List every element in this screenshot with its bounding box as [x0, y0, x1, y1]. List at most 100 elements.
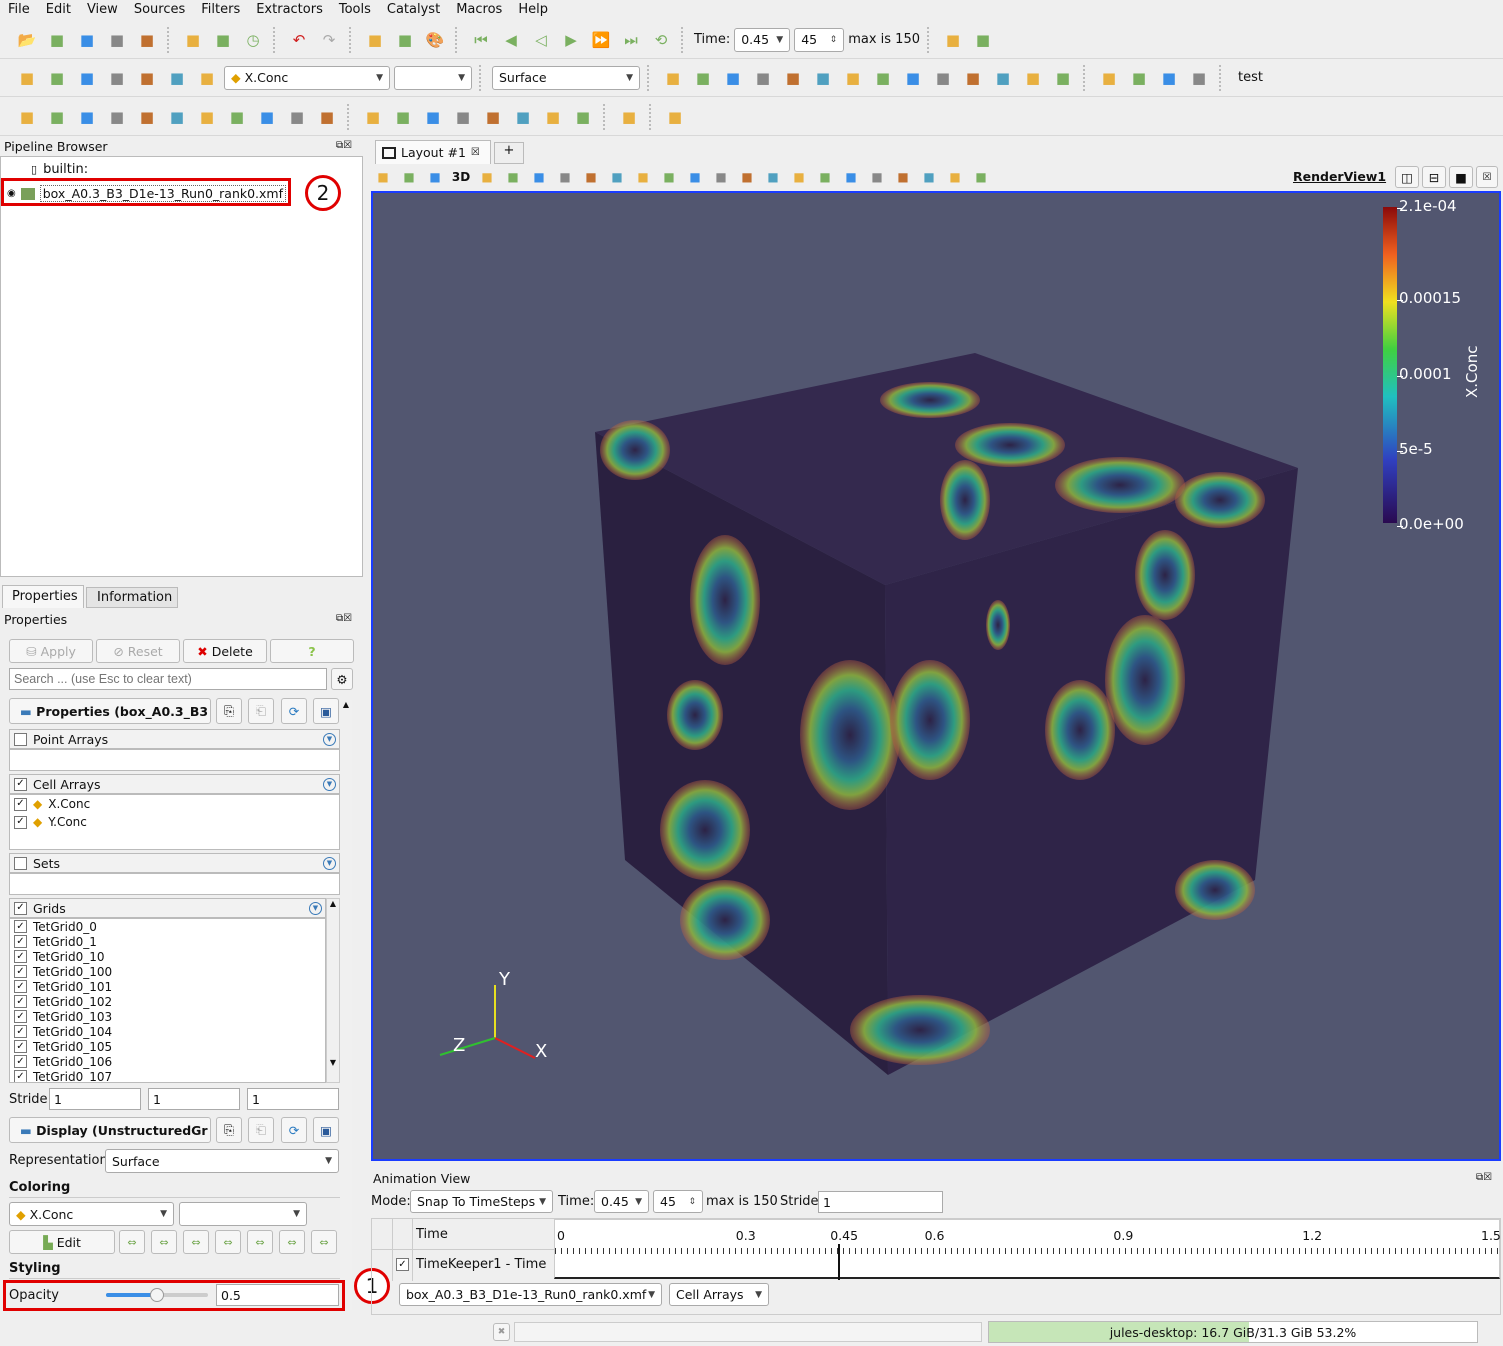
select-cells-through-icon[interactable]: ■	[554, 166, 576, 188]
warp-vector-icon[interactable]: ■	[254, 104, 280, 130]
panel-float-close-icons[interactable]: ⧉☒	[336, 140, 352, 151]
view-minus-y-icon[interactable]: ■	[900, 65, 926, 91]
paste-icon[interactable]: ⎗	[248, 1117, 274, 1143]
grid-item[interactable]: ✓ TetGrid0_105	[10, 1039, 325, 1054]
light-icon[interactable]: ■	[662, 104, 688, 130]
cell-arrays-checkbox[interactable]: ✓	[14, 777, 27, 791]
clip-icon[interactable]: ■	[74, 104, 100, 130]
extract-cell-icon[interactable]: ■	[540, 104, 566, 130]
select-polygon-cells-icon[interactable]: ■	[606, 166, 628, 188]
stride-x-input[interactable]: 1	[49, 1088, 141, 1110]
histogram-icon[interactable]: ■	[420, 104, 446, 130]
timer-icon[interactable]: ◷	[240, 27, 266, 53]
menu-file[interactable]: File	[0, 0, 38, 20]
checkbox[interactable]: ✓	[14, 1070, 27, 1082]
zoom-data-icon[interactable]: ■	[940, 27, 966, 53]
reset-center-icon[interactable]: ■	[1186, 65, 1212, 91]
checkbox[interactable]: ✓	[14, 1055, 27, 1068]
grid-item[interactable]: ✓ TetGrid0_100	[10, 964, 325, 979]
python-calculator-icon[interactable]: ■	[570, 104, 596, 130]
grids-checkbox[interactable]: ✓	[14, 901, 27, 915]
stream-tracer-icon[interactable]: ■	[224, 104, 250, 130]
center-axes-icon[interactable]: ■	[1126, 65, 1152, 91]
plot-selection-over-time-icon[interactable]: ■	[510, 104, 536, 130]
calculator-icon[interactable]: ■	[14, 104, 40, 130]
track-checkbox[interactable]: ✓	[396, 1258, 409, 1271]
extract-selection-icon[interactable]: ■	[840, 166, 862, 188]
tab-information[interactable]: Information	[86, 587, 178, 608]
help-button[interactable]: ?	[270, 639, 354, 663]
threshold-icon[interactable]: ■	[134, 104, 160, 130]
reset-camera-icon[interactable]: ■	[660, 65, 686, 91]
split-vertical-icon[interactable]: ⊟	[1422, 166, 1446, 188]
rotate-minus-90-icon[interactable]: ■	[1050, 65, 1076, 91]
render-view[interactable]: Y Z X 2.1e-04 0.00015 0.0001 5e-5 0.0e+00 X.…	[371, 191, 1501, 1161]
rescale-custom-c-icon[interactable]: ■	[134, 65, 160, 91]
point-arrays-checkbox[interactable]	[14, 732, 27, 746]
checkbox[interactable]: ✓	[14, 1010, 27, 1023]
select-block-icon[interactable]: ■	[762, 166, 784, 188]
checkbox[interactable]: ✓	[14, 980, 27, 993]
first-frame-icon[interactable]: ⏮	[468, 27, 494, 53]
rescale-temporal-icon[interactable]: ■	[164, 65, 190, 91]
toggle-colorbar-icon[interactable]: ⇔	[279, 1230, 305, 1254]
split-horizontal-icon[interactable]: ◫	[1395, 166, 1419, 188]
grid-item[interactable]: ✓ TetGrid0_1	[10, 934, 325, 949]
timeline[interactable]: 0 0.3 0.45 0.6 0.9 1.2 1.5	[554, 1219, 1501, 1280]
refresh-icon[interactable]: ⟳	[281, 1117, 307, 1143]
menu-filters[interactable]: Filters	[193, 0, 248, 20]
edit-color-legend-icon[interactable]: ⇔	[311, 1230, 337, 1254]
cell-array-item[interactable]: ✓ ◆ Y.Conc	[10, 813, 339, 831]
reset-session-icon[interactable]: ■	[104, 27, 130, 53]
clear-selection-icon[interactable]: ■	[970, 166, 992, 188]
component-select[interactable]: ▼	[179, 1202, 307, 1226]
select-cells-on-icon[interactable]: ■	[502, 166, 524, 188]
menu-view[interactable]: View	[79, 0, 126, 20]
checkbox[interactable]: ✓	[14, 935, 27, 948]
dropdown-icon[interactable]: ▼	[323, 856, 336, 870]
grid-item[interactable]: ✓ TetGrid0_10	[10, 949, 325, 964]
zoom-to-box-icon[interactable]: ■	[750, 65, 776, 91]
next-frame-icon[interactable]: ⏩	[588, 27, 614, 53]
edit-colormap-button[interactable]: ▙ Edit	[9, 1230, 115, 1254]
ruler-icon[interactable]: ■	[616, 104, 642, 130]
delete-button[interactable]: ✖ Delete	[183, 639, 267, 663]
interactive-select-points-icon[interactable]: ■	[684, 166, 706, 188]
mode-select[interactable]: Snap To TimeSteps ▼	[410, 1190, 553, 1213]
last-frame-icon[interactable]: ⏭	[618, 27, 644, 53]
custom-toolbar-label[interactable]: test	[1238, 70, 1263, 85]
menu-catalyst[interactable]: Catalyst	[379, 0, 448, 20]
checkbox[interactable]: ✓	[14, 1040, 27, 1053]
display-section-header[interactable]: ▬ Display (UnstructuredGr	[9, 1117, 211, 1143]
group-datasets-icon[interactable]: ■	[284, 104, 310, 130]
grow-selection-icon[interactable]: ■	[814, 166, 836, 188]
save-icon[interactable]: ▣	[313, 698, 339, 724]
component-select[interactable]: ▼	[394, 65, 472, 90]
select-polygon-points-icon[interactable]: ■	[632, 166, 654, 188]
close-view-icon[interactable]: ☒	[1476, 166, 1498, 188]
extract-level-icon[interactable]: ■	[314, 104, 340, 130]
zoom-closest-icon[interactable]: ■	[970, 27, 996, 53]
reset-range-icon[interactable]: ■	[74, 65, 100, 91]
show-labels-icon[interactable]: ■	[866, 166, 888, 188]
checkbox[interactable]: ✓	[14, 950, 27, 963]
previous-frame-icon[interactable]: ◀︎	[498, 27, 524, 53]
play-reverse-icon[interactable]: ◁	[528, 27, 554, 53]
anim-stride-input[interactable]: 1	[818, 1191, 943, 1213]
panel-float-close-icons[interactable]: ⧉☒	[1476, 1172, 1492, 1183]
checkbox[interactable]: ✓	[14, 797, 27, 811]
dropdown-icon[interactable]: ▼	[309, 901, 322, 915]
dropdown-icon[interactable]: ▼	[323, 732, 336, 746]
view-minus-x-icon[interactable]: ■	[840, 65, 866, 91]
rotate-plus-90-icon[interactable]: ■	[1020, 65, 1046, 91]
pipeline-root[interactable]: ▯ builtin:	[31, 162, 88, 177]
close-icon[interactable]: ☒	[471, 147, 480, 158]
save-data-icon[interactable]: ■	[74, 27, 100, 53]
view-minus-z-icon[interactable]: ■	[960, 65, 986, 91]
properties-scrollbar[interactable]: ▲	[340, 700, 352, 1310]
rescale-temporal-icon[interactable]: ⇔	[215, 1230, 241, 1254]
grid-item[interactable]: ✓ TetGrid0_103	[10, 1009, 325, 1024]
capture-screenshot-icon[interactable]: ■	[424, 166, 446, 188]
view-plus-y-icon[interactable]: ■	[870, 65, 896, 91]
slice-icon[interactable]: ■	[104, 104, 130, 130]
